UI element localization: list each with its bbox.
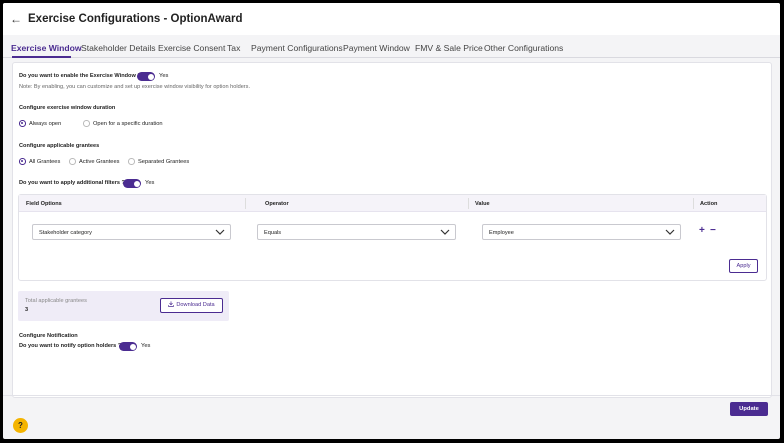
exercise-window-toggle-label: Yes (159, 73, 169, 79)
arrow-left-icon[interactable]: ← (10, 13, 22, 25)
exercise-window-panel: Do you want to enable the Exercise Windo… (12, 62, 772, 398)
operator-value: Equals (264, 230, 282, 236)
column-operator: Operator (265, 201, 289, 207)
notification-section-title: Configure Notification (19, 333, 78, 339)
filters-toggle-label: Yes (145, 180, 155, 186)
total-grantees-label: Total applicable grantees (25, 298, 87, 304)
download-icon (168, 301, 175, 307)
filters-toggle[interactable] (123, 179, 141, 188)
tab-payment-window[interactable]: Payment Window (343, 43, 410, 53)
tab-fmv-sale-price[interactable]: FMV & Sale Price (415, 43, 483, 53)
filters-table: Field Options Operator Value Action Stak… (18, 194, 767, 281)
footer-divider (3, 395, 780, 396)
exercise-window-question: Do you want to enable the Exercise Windo… (19, 73, 141, 79)
radio-always-open[interactable] (19, 120, 26, 127)
page-header: ← Exercise Configurations - OptionAward (3, 3, 780, 35)
exercise-window-toggle[interactable] (137, 72, 155, 81)
tab-exercise-consent[interactable]: Exercise Consent (158, 43, 225, 53)
column-divider (693, 198, 694, 209)
value-select[interactable]: Employee (482, 224, 681, 240)
apply-button[interactable]: Apply (729, 259, 758, 273)
field-option-select[interactable]: Stakeholder category (32, 224, 231, 240)
radio-specific-duration[interactable] (83, 120, 90, 127)
download-data-button[interactable]: Download Data (160, 298, 223, 313)
page-title: Exercise Configurations - OptionAward (28, 13, 243, 25)
add-filter-icon[interactable]: + (699, 226, 705, 236)
notification-toggle[interactable] (119, 342, 137, 351)
duration-section-title: Configure exercise window duration (19, 105, 116, 111)
tab-stakeholder-details[interactable]: Stakeholder Details (81, 43, 156, 53)
update-button[interactable]: Update (730, 402, 768, 416)
tab-bar: Exercise Window Stakeholder Details Exer… (3, 39, 780, 58)
radio-active-grantees[interactable] (69, 158, 76, 165)
radio-always-open-label: Always open (29, 121, 62, 127)
total-grantees-count: 3 (25, 307, 29, 313)
applicable-grantees-summary: Total applicable grantees 3 Download Dat… (18, 291, 229, 321)
remove-filter-icon[interactable]: − (710, 226, 716, 236)
field-option-value: Stakeholder category (39, 230, 92, 236)
tab-other-configurations[interactable]: Other Configurations (484, 43, 563, 53)
filters-table-header: Field Options Operator Value Action (19, 195, 766, 212)
help-icon[interactable]: ? (13, 418, 28, 433)
exercise-window-note: Note: By enabling, you can customize and… (19, 84, 251, 90)
radio-active-grantees-label: Active Grantees (79, 159, 120, 165)
app-window: ← Exercise Configurations - OptionAward … (3, 3, 780, 439)
column-field-options: Field Options (26, 201, 62, 207)
radio-all-grantees[interactable] (19, 158, 26, 165)
operator-select[interactable]: Equals (257, 224, 456, 240)
tab-tax[interactable]: Tax (227, 43, 240, 53)
chevron-down-icon (440, 229, 450, 235)
column-value: Value (475, 201, 490, 207)
column-divider (468, 198, 469, 209)
radio-specific-duration-label: Open for a specific duration (93, 121, 163, 127)
filters-question: Do you want to apply additional filters … (19, 180, 125, 186)
chevron-down-icon (215, 229, 225, 235)
download-data-label: Download Data (176, 302, 215, 308)
grantees-section-title: Configure applicable grantees (19, 143, 100, 149)
value-value: Employee (489, 230, 514, 236)
tab-payment-configurations[interactable]: Payment Configurations (251, 43, 343, 53)
notification-question: Do you want to notify option holders ? (19, 343, 122, 349)
active-tab-indicator (12, 56, 71, 58)
chevron-down-icon (665, 229, 675, 235)
notification-toggle-label: Yes (141, 343, 151, 349)
column-action: Action (700, 201, 718, 207)
radio-all-grantees-label: All Grantees (29, 159, 61, 165)
radio-separated-grantees-label: Separated Grantees (138, 159, 190, 165)
radio-separated-grantees[interactable] (128, 158, 135, 165)
tab-exercise-window[interactable]: Exercise Window (11, 43, 82, 53)
column-divider (245, 198, 246, 209)
